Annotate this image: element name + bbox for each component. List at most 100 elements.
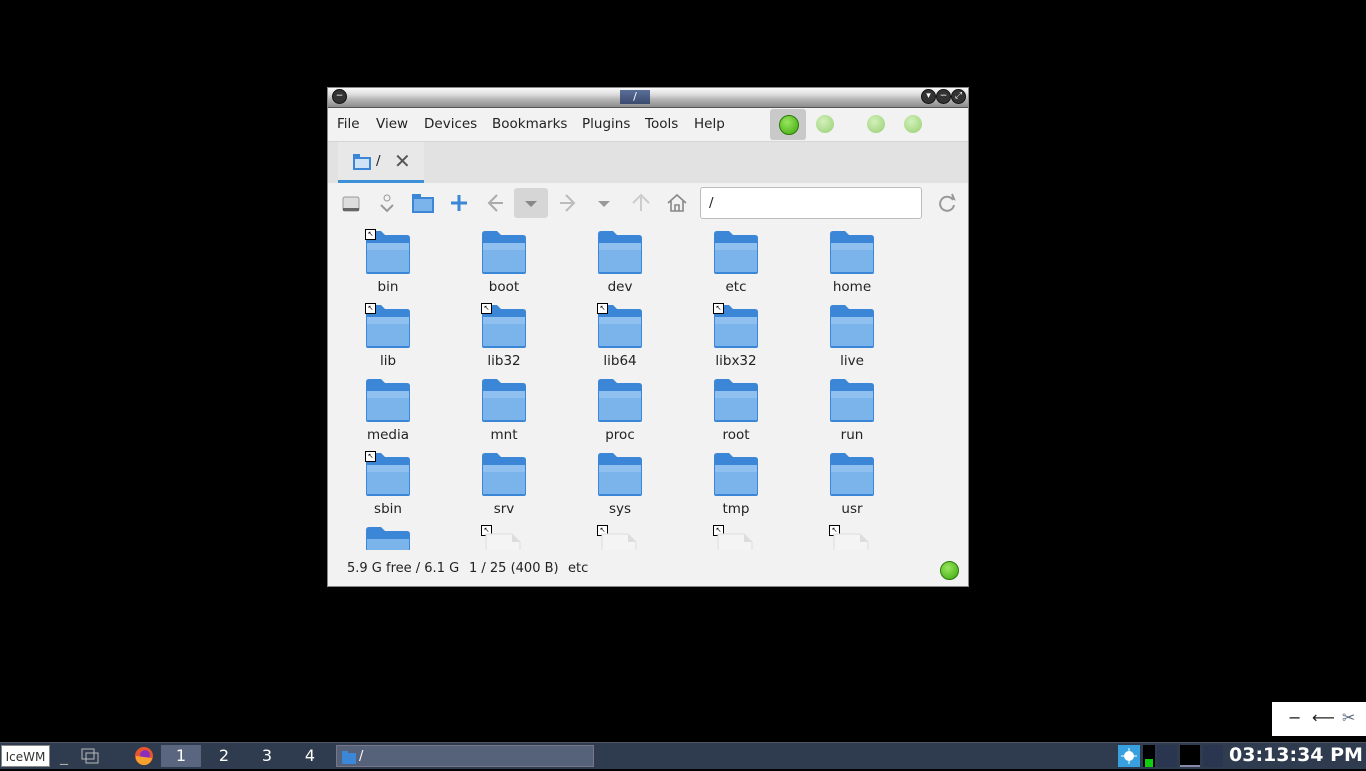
drive-icon[interactable]: [339, 191, 363, 215]
file-item[interactable]: run: [802, 374, 902, 444]
file-item[interactable]: sys: [570, 448, 670, 518]
file-item[interactable]: root: [686, 374, 786, 444]
folder-icon: [353, 154, 371, 170]
file-item-partial[interactable]: ↖: [802, 522, 902, 550]
file-item[interactable]: media: [338, 374, 438, 444]
file-icon: [601, 533, 637, 550]
file-label: boot: [488, 279, 520, 295]
home-icon[interactable]: [665, 191, 689, 215]
menu-bookmarks[interactable]: Bookmarks: [492, 116, 567, 132]
back-arrow-button[interactable]: ⟵: [1312, 708, 1335, 727]
menu-plugins[interactable]: Plugins: [582, 116, 630, 132]
workspace-3[interactable]: 3: [247, 745, 287, 767]
file-item-partial[interactable]: ↖: [686, 522, 786, 550]
file-item[interactable]: live: [802, 300, 902, 370]
file-item[interactable]: home: [802, 226, 902, 296]
folder-icon: [714, 453, 758, 496]
close-tab-icon[interactable]: ✕: [394, 149, 411, 173]
clock[interactable]: 03:13:34 PM: [1229, 744, 1363, 766]
workspace-4[interactable]: 4: [290, 745, 330, 767]
workspace-1[interactable]: 1: [161, 745, 201, 767]
file-item[interactable]: ↖ sbin: [338, 448, 438, 518]
folder-icon: [714, 379, 758, 422]
minus-button[interactable]: −: [1288, 708, 1301, 727]
folder-icon: [714, 231, 758, 274]
menu-file[interactable]: File: [337, 116, 360, 132]
back-history-dropdown[interactable]: [514, 188, 548, 218]
status-led-3[interactable]: [867, 115, 885, 133]
file-label: sys: [608, 501, 632, 517]
network-icon[interactable]: [375, 191, 399, 215]
file-item[interactable]: ↖ lib: [338, 300, 438, 370]
file-item-partial[interactable]: [338, 522, 438, 550]
menu-tools[interactable]: Tools: [645, 116, 678, 132]
task-label: /: [359, 749, 364, 764]
status-led-1[interactable]: [779, 115, 799, 135]
file-icon: [717, 533, 753, 550]
file-item[interactable]: etc: [686, 226, 786, 296]
net-monitor: [1157, 745, 1177, 767]
file-label: dev: [607, 279, 633, 295]
start-button[interactable]: IceWM: [1, 745, 50, 767]
new-folder-icon[interactable]: [411, 191, 435, 215]
task-file-manager[interactable]: /: [336, 745, 594, 767]
tab-root[interactable]: / ✕: [338, 142, 424, 183]
folder-icon: [598, 453, 642, 496]
show-desktop-icon[interactable]: _: [52, 745, 76, 767]
status-led-4[interactable]: [904, 115, 922, 133]
folder-icon: [482, 379, 526, 422]
file-item[interactable]: srv: [454, 448, 554, 518]
file-item[interactable]: ↖ lib32: [454, 300, 554, 370]
tab-label: /: [376, 153, 381, 169]
file-item[interactable]: mnt: [454, 374, 554, 444]
forward-icon[interactable]: [556, 191, 580, 215]
file-icon: [485, 533, 521, 550]
floating-toolbox: − ⟵ ✂: [1272, 702, 1366, 736]
add-icon[interactable]: [447, 191, 471, 215]
file-label: sbin: [374, 501, 402, 517]
file-item[interactable]: proc: [570, 374, 670, 444]
menu-help[interactable]: Help: [694, 116, 725, 132]
file-item[interactable]: usr: [802, 448, 902, 518]
status-led: [940, 561, 959, 580]
forward-history-dropdown[interactable]: [592, 191, 616, 215]
symlink-badge-icon: ↖: [597, 303, 608, 314]
file-item[interactable]: boot: [454, 226, 554, 296]
file-item-partial[interactable]: ↖: [570, 522, 670, 550]
file-item[interactable]: tmp: [686, 448, 786, 518]
window-list-icon[interactable]: [78, 745, 102, 767]
tray-monitor: [1203, 745, 1223, 767]
menu-devices[interactable]: Devices: [424, 116, 477, 132]
network-tray-icon[interactable]: [1118, 745, 1140, 767]
up-icon[interactable]: [629, 191, 653, 215]
file-item[interactable]: dev: [570, 226, 670, 296]
refresh-icon[interactable]: [935, 191, 959, 215]
menu-view[interactable]: View: [376, 116, 408, 132]
file-manager-window: − / ▾ − ⤢ File View Devices Bookmarks Pl…: [327, 87, 969, 587]
symlink-badge-icon: ↖: [365, 229, 376, 240]
file-item[interactable]: ↖ libx32: [686, 300, 786, 370]
rollup-icon[interactable]: ▾: [922, 90, 935, 103]
file-label: home: [832, 279, 872, 295]
workspace-2[interactable]: 2: [204, 745, 244, 767]
file-label: lib32: [487, 353, 521, 369]
file-label: tmp: [722, 501, 750, 517]
firefox-icon[interactable]: [133, 745, 157, 767]
tools-icon[interactable]: ✂: [1342, 708, 1355, 727]
path-input[interactable]: /: [700, 187, 922, 219]
file-label: root: [722, 427, 750, 443]
file-item[interactable]: ↖ bin: [338, 226, 438, 296]
minimize-icon[interactable]: −: [937, 90, 950, 103]
title-bar[interactable]: − / ▾ − ⤢: [328, 88, 968, 108]
file-label: media: [366, 427, 410, 443]
file-item-partial[interactable]: ↖: [454, 522, 554, 550]
mem-monitor: [1180, 745, 1200, 767]
maximize-icon[interactable]: ⤢: [952, 90, 965, 103]
window-menu-icon[interactable]: −: [333, 90, 346, 103]
status-led-2[interactable]: [816, 115, 834, 133]
cpu-monitor: [1143, 745, 1155, 767]
file-item[interactable]: ↖ lib64: [570, 300, 670, 370]
taskbar: IceWM _ 1 2 3 4 / 03:13:34 PM: [0, 742, 1366, 769]
folder-icon: [482, 453, 526, 496]
back-icon[interactable]: [483, 191, 507, 215]
